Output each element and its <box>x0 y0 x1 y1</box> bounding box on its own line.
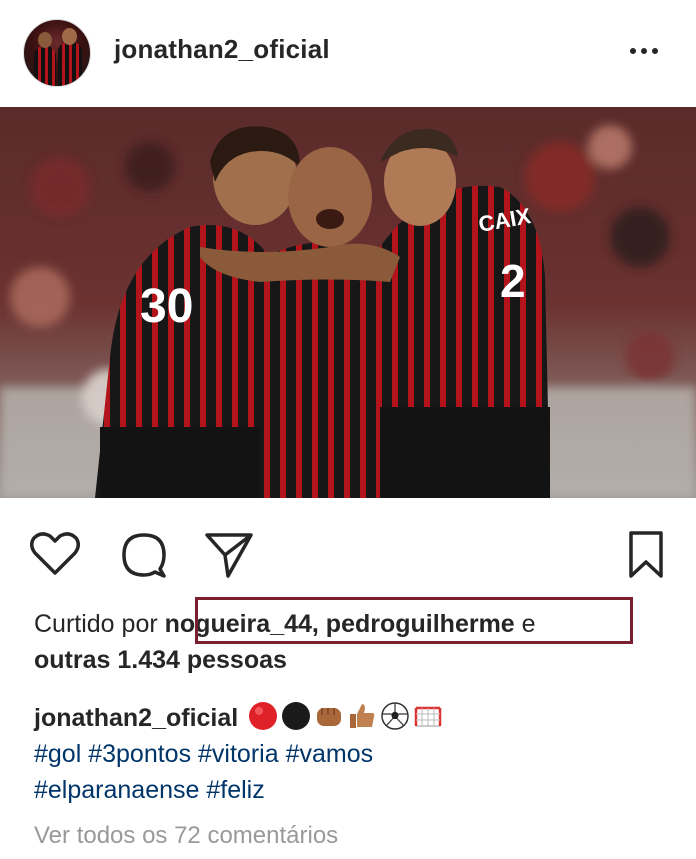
avatar[interactable] <box>23 19 91 87</box>
goal-net-icon <box>414 707 442 727</box>
black-circle-icon <box>282 702 311 731</box>
caption: jonathan2_oficial #gol #3pontos #vitoria… <box>34 700 674 808</box>
post-photo[interactable]: CAIX 30 2 <box>0 107 696 498</box>
jersey-number-left: 30 <box>140 280 193 333</box>
fist-bump-icon <box>317 708 342 727</box>
share-icon[interactable] <box>204 531 254 579</box>
thumbs-up-icon <box>350 704 375 729</box>
red-circle-icon <box>249 702 278 731</box>
heart-icon[interactable] <box>30 532 80 576</box>
post-author-username[interactable]: jonathan2_oficial <box>114 34 330 65</box>
soccer-ball-icon <box>381 702 409 731</box>
hashtags-line-2[interactable]: #elparanaense #feliz <box>34 776 265 804</box>
likes-others[interactable]: outras 1.434 pessoas <box>34 646 287 674</box>
jersey-number-right: 2 <box>500 255 526 307</box>
post-header: jonathan2_oficial <box>0 0 696 107</box>
more-options-icon[interactable] <box>630 42 666 60</box>
comment-icon[interactable] <box>120 531 168 579</box>
likes-prefix: Curtido por <box>34 610 165 638</box>
caption-author[interactable]: jonathan2_oficial <box>34 704 238 732</box>
bookmark-icon[interactable] <box>628 530 664 580</box>
hashtags-line-1[interactable]: #gol #3pontos #vitoria #vamos <box>34 740 373 768</box>
highlight-box <box>195 597 633 644</box>
view-comments-link[interactable]: Ver todos os 72 comentários <box>34 822 338 850</box>
action-bar <box>0 520 696 582</box>
